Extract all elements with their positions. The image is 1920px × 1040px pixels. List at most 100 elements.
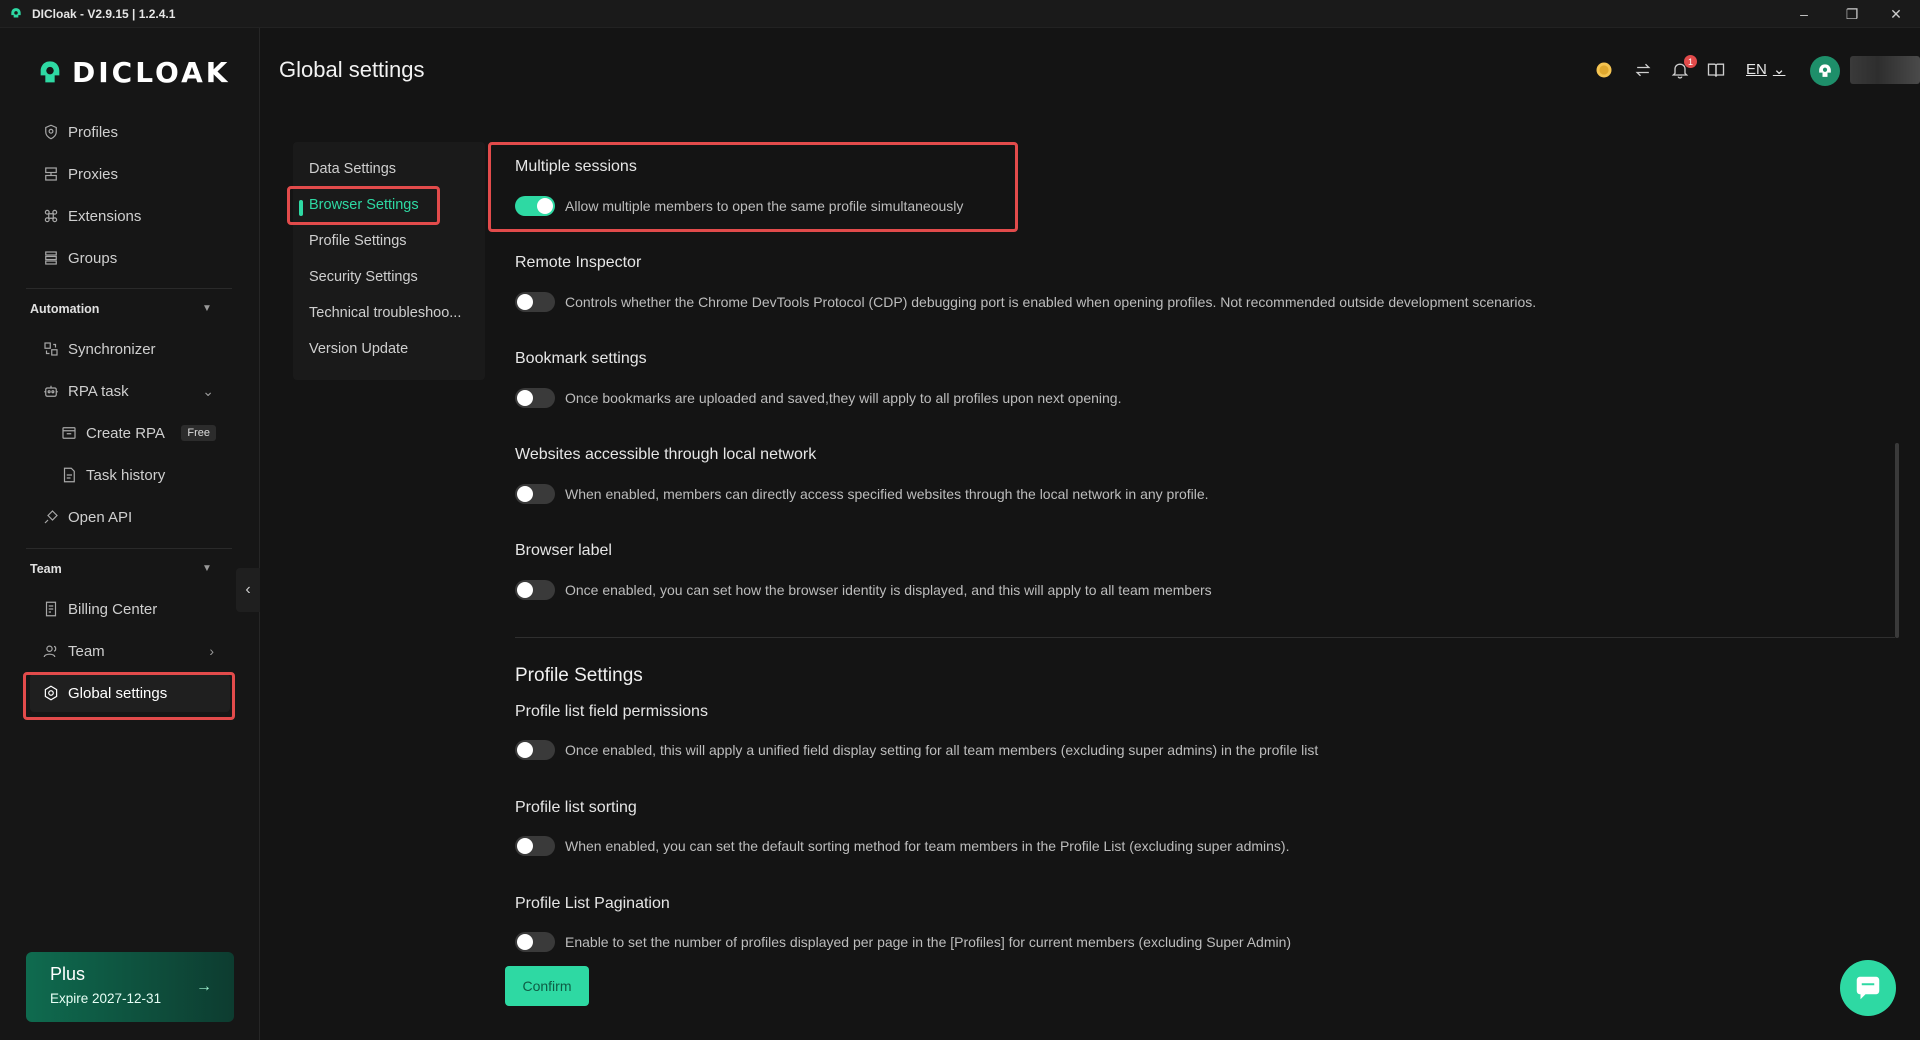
sidebar-item-label: Groups: [68, 249, 118, 267]
setting-row-local-network: When enabled, members can directly acces…: [515, 484, 1209, 504]
brand-mark-icon: [40, 60, 60, 82]
sync-icon: [44, 342, 58, 356]
sidebar-item-extensions[interactable]: Extensions: [30, 197, 230, 235]
chevron-right-icon: ›: [209, 643, 214, 659]
toggle-local-network[interactable]: [515, 484, 555, 504]
sidebar-item-label: Create RPA: [86, 424, 165, 442]
content-scrollbar[interactable]: [1895, 443, 1899, 638]
window-title: DICloak - V2.9.15 | 1.2.4.1: [32, 6, 176, 21]
setting-row-browser-label: Once enabled, you can set how the browse…: [515, 580, 1212, 600]
sidebar-item-profiles[interactable]: Profiles: [30, 113, 230, 151]
highlight-multiple-sessions: [488, 142, 1018, 232]
setting-title-browser-label: Browser label: [515, 542, 612, 559]
brand-logo-text: DICLOAK: [72, 56, 231, 89]
avatar-icon: [1819, 64, 1831, 77]
setting-row-bookmark-settings: Once bookmarks are uploaded and saved,th…: [515, 388, 1121, 408]
setting-title-field-permissions: Profile list field permissions: [515, 703, 708, 720]
shield-icon: [45, 124, 57, 140]
chevron-down-icon: ⌄: [202, 382, 214, 399]
sidebar-item-label: Team: [68, 642, 105, 660]
subnav-technical-troubleshooting[interactable]: Technical troubleshoo...: [309, 305, 461, 321]
setting-row-remote-inspector: Controls whether the Chrome DevTools Pro…: [515, 292, 1536, 312]
caret-down-icon[interactable]: ▼: [202, 303, 212, 314]
section-heading-profile-settings: Profile Settings: [515, 665, 643, 686]
toggle-list-pagination[interactable]: [515, 932, 555, 952]
setting-desc: When enabled, you can set the default so…: [565, 838, 1290, 854]
setting-desc: Once enabled, this will apply a unified …: [565, 742, 1319, 758]
setting-title-bookmark-settings: Bookmark settings: [515, 350, 647, 367]
arrow-right-icon: →: [196, 978, 212, 995]
sidebar-item-label: Profiles: [68, 123, 119, 141]
robot-icon: [44, 385, 58, 397]
chat-support-button[interactable]: [1840, 960, 1896, 1016]
setting-desc: Once bookmarks are uploaded and saved,th…: [565, 390, 1122, 406]
highlight-global-settings: [23, 672, 235, 720]
chat-icon: [1856, 976, 1880, 1000]
sidebar-item-label: Extensions: [68, 207, 142, 225]
setting-title-list-sorting: Profile list sorting: [515, 799, 637, 816]
sidebar-item-label: RPA task: [68, 382, 129, 400]
toggle-remote-inspector[interactable]: [515, 292, 555, 312]
network-icon: [45, 167, 57, 181]
toggle-browser-label[interactable]: [515, 580, 555, 600]
command-icon: [44, 209, 58, 223]
setting-row-list-pagination: Enable to set the number of profiles dis…: [515, 932, 1291, 952]
toggle-field-permissions[interactable]: [515, 740, 555, 760]
avatar[interactable]: [1810, 56, 1840, 86]
sidebar-divider: [26, 288, 232, 289]
settings-subnav: Data Settings Browser Settings Profile S…: [293, 142, 485, 380]
plan-expire: Expire 2027-12-31: [50, 991, 162, 1006]
confirm-button[interactable]: Confirm: [505, 966, 589, 1006]
subnav-version-update[interactable]: Version Update: [309, 341, 408, 357]
sidebar-item-label: Open API: [68, 508, 133, 526]
setting-title-list-pagination: Profile List Pagination: [515, 895, 670, 912]
setting-row-list-sorting: When enabled, you can set the default so…: [515, 836, 1290, 856]
setting-desc: Controls whether the Chrome DevTools Pro…: [565, 294, 1537, 310]
sidebar-item-synchronizer[interactable]: Synchronizer: [30, 330, 230, 368]
sidebar-item-label: Billing Center: [68, 600, 158, 618]
transfer-icon[interactable]: [1631, 58, 1655, 82]
subnav-security-settings[interactable]: Security Settings: [309, 269, 418, 285]
sidebar-divider: [26, 548, 232, 549]
sidebar-item-task-history[interactable]: Task history: [48, 456, 230, 494]
caret-down-icon[interactable]: ▼: [202, 563, 212, 574]
setting-desc: When enabled, members can directly acces…: [565, 486, 1209, 502]
sidebar-item-rpa-task[interactable]: RPA task ⌄: [30, 372, 230, 410]
minimize-button[interactable]: –: [1782, 0, 1826, 28]
window-titlebar: DICloak - V2.9.15 | 1.2.4.1: [0, 0, 1920, 28]
section-label-team[interactable]: Team: [30, 562, 62, 576]
sidebar-item-open-api[interactable]: Open API: [30, 498, 230, 536]
page-title: Global settings: [279, 57, 425, 82]
brand-logo[interactable]: DICLOAK: [36, 56, 230, 89]
highlight-browser-settings: [287, 186, 440, 225]
sidebar-item-label: Synchronizer: [68, 340, 156, 358]
setting-row-field-permissions: Once enabled, this will apply a unified …: [515, 740, 1318, 760]
language-selector[interactable]: EN ⌄: [1746, 60, 1786, 79]
billing-icon: [45, 601, 57, 617]
plan-card[interactable]: Plus Expire 2027-12-31 →: [26, 952, 234, 1022]
sidebar-item-proxies[interactable]: Proxies: [30, 155, 230, 193]
section-divider: [515, 637, 1895, 638]
toggle-list-sorting[interactable]: [515, 836, 555, 856]
subnav-data-settings[interactable]: Data Settings: [309, 161, 396, 177]
document-icon: [63, 467, 75, 483]
free-badge: Free: [181, 425, 216, 441]
close-window-button[interactable]: ✕: [1874, 0, 1918, 28]
chevron-down-icon: ⌄: [1772, 61, 1786, 78]
users-icon: [43, 645, 57, 658]
maximize-button[interactable]: ❐: [1830, 0, 1874, 28]
sidebar-item-billing-center[interactable]: Billing Center: [30, 590, 230, 628]
stack-icon: [45, 251, 57, 265]
book-icon[interactable]: [1704, 58, 1728, 82]
user-name-redacted[interactable]: [1850, 56, 1920, 84]
coin-icon[interactable]: [1592, 58, 1616, 82]
collapse-sidebar-button[interactable]: ‹: [236, 568, 260, 612]
section-label-automation[interactable]: Automation: [30, 302, 99, 316]
toggle-bookmark-settings[interactable]: [515, 388, 555, 408]
sidebar-item-create-rpa[interactable]: Create RPA Free: [48, 414, 230, 452]
sidebar-item-label: Proxies: [68, 165, 119, 183]
subnav-profile-settings[interactable]: Profile Settings: [309, 233, 407, 249]
sidebar-item-label: Task history: [86, 466, 166, 484]
sidebar-item-team[interactable]: Team ›: [30, 632, 230, 670]
sidebar-item-groups[interactable]: Groups: [30, 239, 230, 277]
